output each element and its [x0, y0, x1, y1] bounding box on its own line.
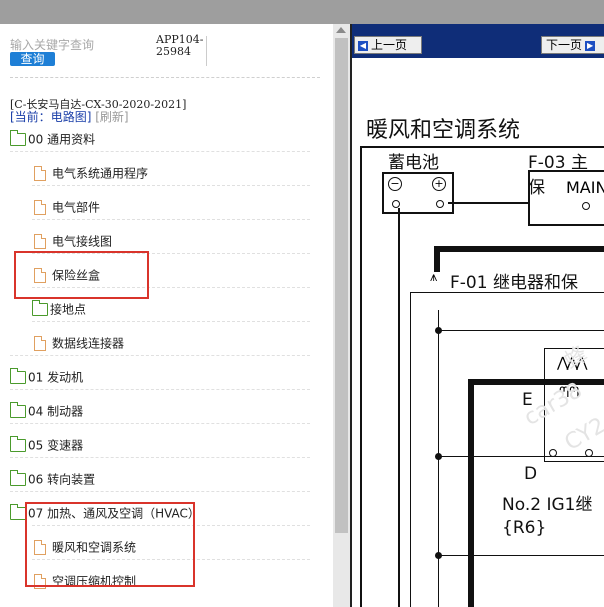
scroll-up-arrow-icon[interactable] — [336, 27, 346, 33]
terminal-d-label: D — [524, 464, 538, 484]
relay-label: No.2 IG1继 — [502, 495, 593, 515]
relay-code: {R6} — [502, 518, 547, 538]
query-button[interactable]: 查询 — [10, 52, 55, 66]
left-panel: 查询 APP104-25984 [C-长安马自达-CX-30-2020-2021… — [0, 24, 333, 607]
file-icon — [34, 234, 46, 249]
tree-item-data-connector[interactable]: 数据线连接器 — [34, 331, 124, 355]
tree-item-label: 数据线连接器 — [52, 336, 125, 351]
nav-bar: ◀ 上一页 下一页 ▶ — [352, 24, 604, 58]
tree-item-label: 01 发动机 — [28, 370, 84, 385]
tree-item-label: 电气接线图 — [52, 234, 113, 249]
file-icon — [34, 200, 46, 215]
terminal-dot — [392, 200, 400, 208]
document-viewer: ◀ 上一页 下一页 ▶ 暖风和空调系统 蓄电池 − + F-03 主保 MAIN ⩚… — [352, 24, 604, 607]
connector-symbol-icon: ⩚ — [430, 270, 438, 285]
tree-item-05[interactable]: 05 变速器 — [10, 433, 83, 457]
tree-item-06[interactable]: 06 转向装置 — [10, 467, 95, 491]
folder-icon — [10, 368, 26, 384]
tree-item-01[interactable]: 01 发动机 — [10, 365, 83, 389]
tree-item-label: 电气部件 — [52, 200, 101, 215]
breadcrumb: [当前：电路图] [刷新] — [10, 108, 129, 125]
search-input[interactable] — [10, 37, 150, 53]
folder-icon — [32, 300, 48, 316]
tree-item-00[interactable]: 00 通用资料 — [10, 127, 95, 151]
tree-item-label: 电气系统通用程序 — [52, 166, 149, 181]
breadcrumb-prefix: [当前： — [10, 110, 51, 124]
prev-page-label: 上一页 — [371, 38, 408, 52]
highlight-box-fuse — [14, 251, 149, 299]
thick-line — [434, 246, 604, 252]
row-divider — [10, 355, 310, 356]
terminal-dot — [549, 449, 557, 457]
tree-item-electrical-parts[interactable]: 电气部件 — [34, 195, 100, 219]
terminal-dot — [582, 202, 590, 210]
terminal-dot — [436, 200, 444, 208]
breadcrumb-suffix: ] — [86, 110, 92, 124]
row-divider — [10, 423, 310, 424]
document-title: 暖风和空调系统 — [366, 118, 521, 143]
row-divider — [32, 321, 310, 322]
wire — [448, 202, 528, 204]
app-code: APP104-25984 — [156, 33, 204, 58]
wire — [398, 208, 400, 607]
f01-label: F-01 继电器和保 — [450, 273, 578, 293]
tree-item-electrical-procedures[interactable]: 电气系统通用程序 — [34, 161, 148, 185]
row-divider — [10, 491, 310, 492]
next-page-button[interactable]: 下一页 ▶ — [541, 36, 604, 54]
scrollbar-thumb[interactable] — [335, 38, 348, 533]
tree-item-ground-points[interactable]: 接地点 — [32, 297, 86, 321]
battery-box: − + — [382, 172, 454, 214]
battery-label: 蓄电池 — [388, 153, 439, 173]
row-divider — [32, 219, 310, 220]
breadcrumb-current[interactable]: 电路图 — [51, 110, 87, 124]
folder-icon — [10, 504, 26, 520]
file-icon — [34, 166, 46, 181]
row-divider — [10, 151, 310, 152]
tree-item-wiring-diagram[interactable]: 电气接线图 — [34, 229, 112, 253]
top-bar — [0, 0, 604, 24]
arrow-left-icon: ◀ — [358, 40, 368, 51]
tree-item-label: 00 通用资料 — [28, 132, 96, 147]
file-icon — [34, 336, 46, 351]
divider — [10, 77, 320, 78]
folder-icon — [10, 470, 26, 486]
folder-icon — [10, 436, 26, 452]
minus-terminal-icon: − — [388, 177, 402, 191]
folder-icon — [10, 402, 26, 418]
row-divider — [10, 389, 310, 390]
thick-line — [434, 246, 440, 272]
tree-item-04[interactable]: 04 制动器 — [10, 399, 83, 423]
folder-icon — [10, 130, 26, 146]
tree-item-label: 04 制动器 — [28, 404, 84, 419]
prev-page-button[interactable]: ◀ 上一页 — [354, 36, 422, 54]
row-divider — [32, 185, 310, 186]
row-divider — [10, 457, 310, 458]
tree-item-label: 06 转向装置 — [28, 472, 96, 487]
arrow-right-icon: ▶ — [585, 40, 596, 51]
separator — [206, 36, 207, 66]
plus-terminal-icon: + — [432, 177, 446, 191]
refresh-link[interactable]: [刷新] — [95, 110, 128, 124]
main-fuse-label: MAIN — [566, 178, 604, 197]
tree-item-label: 05 变速器 — [28, 438, 84, 453]
wire — [438, 330, 604, 331]
scrollbar[interactable] — [333, 24, 350, 607]
terminal-dot — [585, 449, 593, 457]
next-page-label: 下一页 — [546, 38, 583, 52]
f03-box: MAIN — [528, 170, 604, 226]
highlight-box-hvac — [25, 502, 195, 587]
tree-item-label: 接地点 — [50, 302, 87, 317]
